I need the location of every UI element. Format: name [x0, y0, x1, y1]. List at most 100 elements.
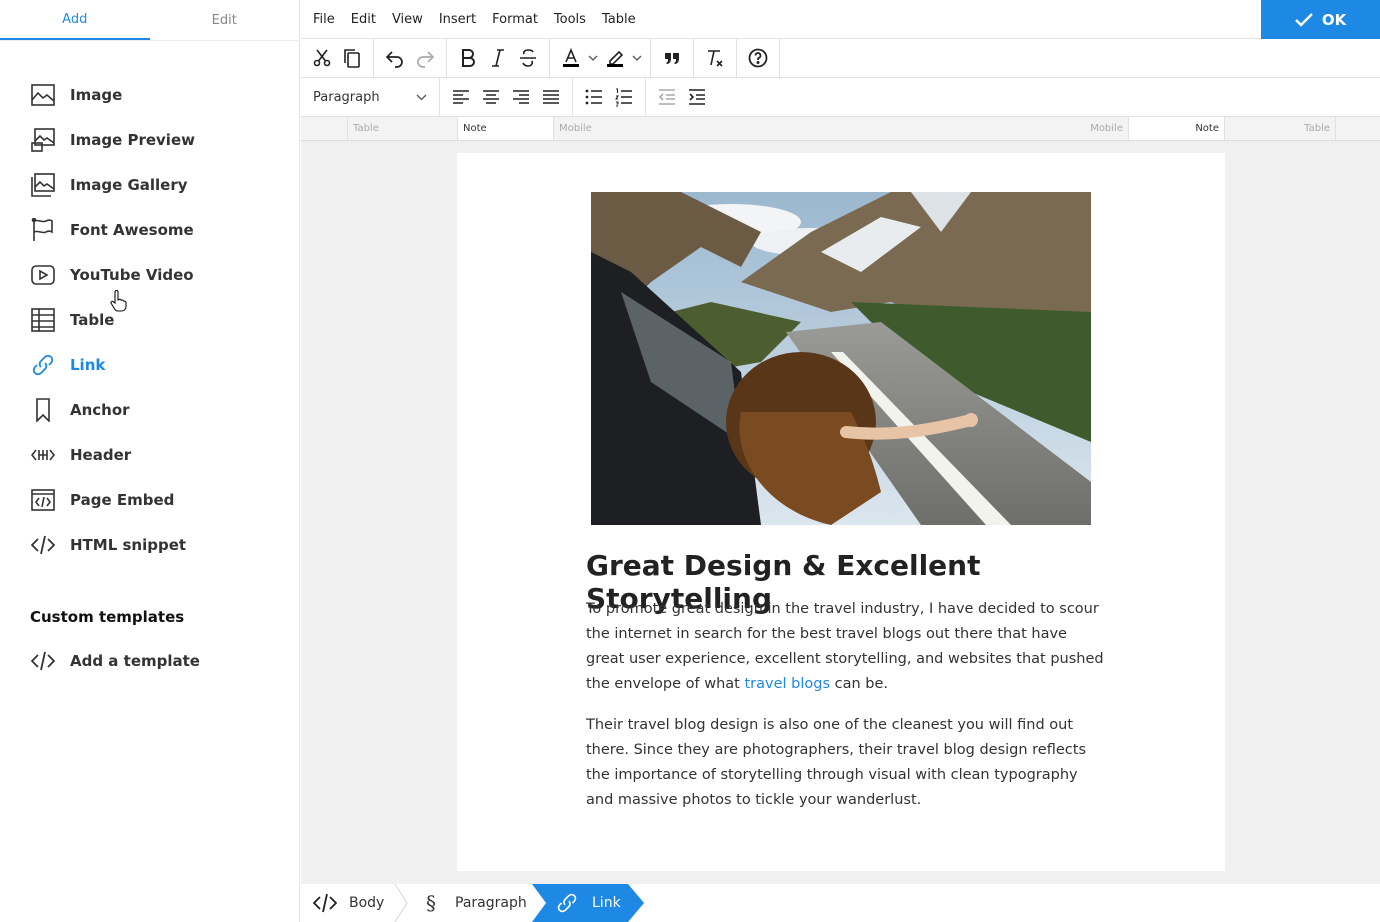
menu-insert[interactable]: Insert: [439, 12, 476, 27]
redo-icon: [417, 51, 435, 68]
ok-label: OK: [1321, 10, 1347, 29]
copy-button[interactable]: [337, 43, 367, 73]
ruler-table-right[interactable]: Table: [1224, 117, 1335, 140]
block-label: Image Preview: [70, 130, 195, 149]
ruler-note-right[interactable]: Note: [1128, 117, 1224, 140]
align-left-button[interactable]: [446, 82, 476, 112]
chevron-down-icon: [632, 55, 642, 61]
block-page-embed[interactable]: Page Embed: [0, 477, 299, 522]
panel-tabs: Add Edit: [0, 0, 300, 41]
add-template-button[interactable]: Add a template: [0, 638, 299, 683]
text-color-dropdown[interactable]: [586, 43, 600, 73]
strikethrough-button[interactable]: [513, 43, 543, 73]
chevron-right-icon: [394, 884, 408, 922]
block-label: HTML snippet: [70, 535, 187, 554]
indent-button[interactable]: [682, 82, 712, 112]
header-icon: [30, 442, 56, 468]
ok-button[interactable]: OK: [1261, 0, 1380, 39]
redo-button[interactable]: [410, 43, 440, 73]
ruler-table-left[interactable]: Table: [347, 117, 457, 140]
block-label: Table: [70, 310, 115, 329]
block-font-awesome[interactable]: Font Awesome: [0, 207, 299, 252]
tab-add[interactable]: Add: [0, 0, 150, 40]
image-preview-icon: [30, 127, 56, 153]
clear-format-group: [694, 38, 737, 78]
image-icon: [30, 82, 56, 108]
document-page[interactable]: Great Design & Excellent Storytelling To…: [457, 153, 1225, 871]
align-center-icon: [483, 90, 499, 104]
code-icon: [30, 648, 56, 674]
paragraph-text: can be.: [830, 676, 889, 692]
scissors-icon: [313, 49, 331, 67]
menu-edit[interactable]: Edit: [351, 12, 376, 27]
bold-icon: [462, 49, 475, 67]
bullet-list-icon: [585, 89, 602, 105]
custom-templates-heading: Custom templates: [30, 608, 185, 626]
menu-bar: File Edit View Insert Format Tools Table…: [301, 0, 1380, 39]
add-template-label: Add a template: [70, 651, 200, 670]
bold-button[interactable]: [453, 43, 483, 73]
left-panel: Add Edit Image Image Preview Image Galle…: [0, 0, 300, 922]
article-paragraph-2[interactable]: Their travel blog design is also one of …: [586, 713, 1106, 813]
link-icon: [30, 352, 56, 378]
highlight-color-button[interactable]: [600, 43, 630, 73]
align-justify-button[interactable]: [536, 82, 566, 112]
ruler-note-left[interactable]: Note: [457, 117, 553, 140]
ruler-mobile-right[interactable]: Mobile: [840, 117, 1128, 140]
check-icon: [1294, 12, 1313, 27]
text-color-button[interactable]: [556, 43, 586, 73]
italic-icon: [492, 49, 504, 67]
block-header[interactable]: Header: [0, 432, 299, 477]
ruler-gutter-right: [1335, 117, 1380, 140]
clear-formatting-button[interactable]: [700, 43, 730, 73]
align-center-button[interactable]: [476, 82, 506, 112]
numbered-list-button[interactable]: [609, 82, 639, 112]
ruler-gutter-left: [301, 117, 347, 140]
element-path-bar: Body § Paragraph Link: [301, 884, 1380, 922]
block-youtube-video[interactable]: YouTube Video: [0, 252, 299, 297]
undo-button[interactable]: [380, 43, 410, 73]
code-icon: [313, 892, 337, 914]
ruler-mobile-left[interactable]: Mobile: [553, 117, 840, 140]
color-group: [550, 38, 651, 78]
format-group: [447, 38, 550, 78]
block-image[interactable]: Image: [0, 72, 299, 117]
crumb-label: Paragraph: [455, 895, 527, 911]
crumb-link[interactable]: Link: [532, 884, 644, 922]
highlight-color-dropdown[interactable]: [630, 43, 644, 73]
block-label: Header: [70, 445, 132, 464]
chevron-down-icon: [416, 94, 427, 100]
align-right-button[interactable]: [506, 82, 536, 112]
block-html-snippet[interactable]: HTML snippet: [0, 522, 299, 567]
menu-view[interactable]: View: [392, 12, 423, 27]
hero-image[interactable]: [591, 192, 1091, 525]
highlighter-icon: [607, 50, 624, 67]
crumb-paragraph[interactable]: § Paragraph: [419, 884, 527, 922]
block-link[interactable]: Link: [0, 342, 299, 387]
block-anchor[interactable]: Anchor: [0, 387, 299, 432]
help-button[interactable]: [743, 43, 773, 73]
block-format-select[interactable]: Paragraph: [301, 77, 440, 117]
block-image-preview[interactable]: Image Preview: [0, 117, 299, 162]
cut-button[interactable]: [307, 43, 337, 73]
crumb-body[interactable]: Body: [313, 884, 384, 922]
menu-format[interactable]: Format: [492, 12, 538, 27]
block-table[interactable]: Table: [0, 297, 299, 342]
menu-tools[interactable]: Tools: [554, 12, 586, 27]
block-image-gallery[interactable]: Image Gallery: [0, 162, 299, 207]
link-icon: [557, 893, 577, 913]
italic-button[interactable]: [483, 43, 513, 73]
outdent-button[interactable]: [652, 82, 682, 112]
block-format-value: Paragraph: [313, 89, 380, 105]
menu-table[interactable]: Table: [602, 12, 636, 27]
bullet-list-button[interactable]: [579, 82, 609, 112]
menu-file[interactable]: File: [313, 12, 335, 27]
block-label: Link: [70, 355, 106, 374]
blockquote-button[interactable]: [657, 43, 687, 73]
travel-blogs-link[interactable]: travel blogs: [744, 676, 830, 692]
article-paragraph-1[interactable]: To promote great design in the travel in…: [586, 597, 1106, 697]
youtube-icon: [30, 262, 56, 288]
page-embed-icon: [30, 487, 56, 513]
toolbar-secondary: Paragraph: [301, 77, 1380, 117]
tab-edit[interactable]: Edit: [150, 0, 300, 40]
